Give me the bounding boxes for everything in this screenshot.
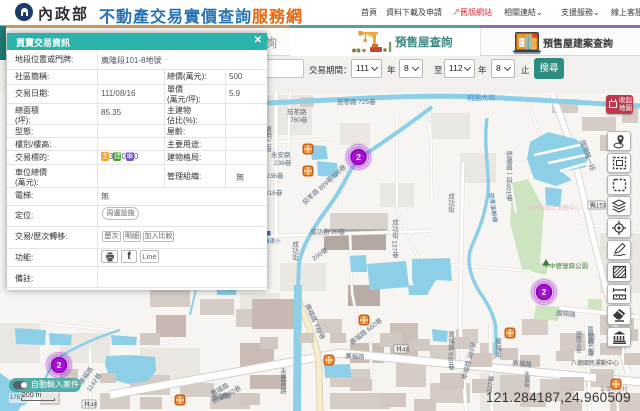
svg-text:永安路: 永安路 — [271, 150, 291, 159]
svg-text:林48: 林48 — [396, 346, 409, 354]
svg-text:永福街: 永福街 — [523, 370, 530, 389]
svg-text:中壢復興公園: 中壢復興公園 — [549, 261, 588, 270]
svg-text:縣153: 縣153 — [590, 202, 607, 210]
svg-text:國際六街: 國際六街 — [588, 333, 595, 357]
svg-text:238巷: 238巷 — [274, 159, 292, 167]
svg-text:成功街 20巷: 成功街 20巷 — [310, 227, 346, 236]
svg-text:216巷: 216巷 — [265, 189, 283, 197]
svg-text:內政部國土測繪中心: 內政部國土測繪中心 — [527, 204, 581, 212]
svg-text:八德國民運動中心: 八德國民運動中心 — [571, 359, 619, 367]
svg-text:林48: 林48 — [84, 401, 97, 409]
svg-text:茄苳路 725巷: 茄苳路 725巷 — [337, 97, 376, 106]
svg-text:茄苳路: 茄苳路 — [287, 107, 307, 116]
svg-text:236巷: 236巷 — [266, 172, 284, 180]
svg-text:國際五街: 國際五街 — [575, 331, 582, 355]
svg-text:桃園大圳: 桃園大圳 — [467, 93, 495, 102]
svg-text:760巷: 760巷 — [290, 116, 308, 124]
